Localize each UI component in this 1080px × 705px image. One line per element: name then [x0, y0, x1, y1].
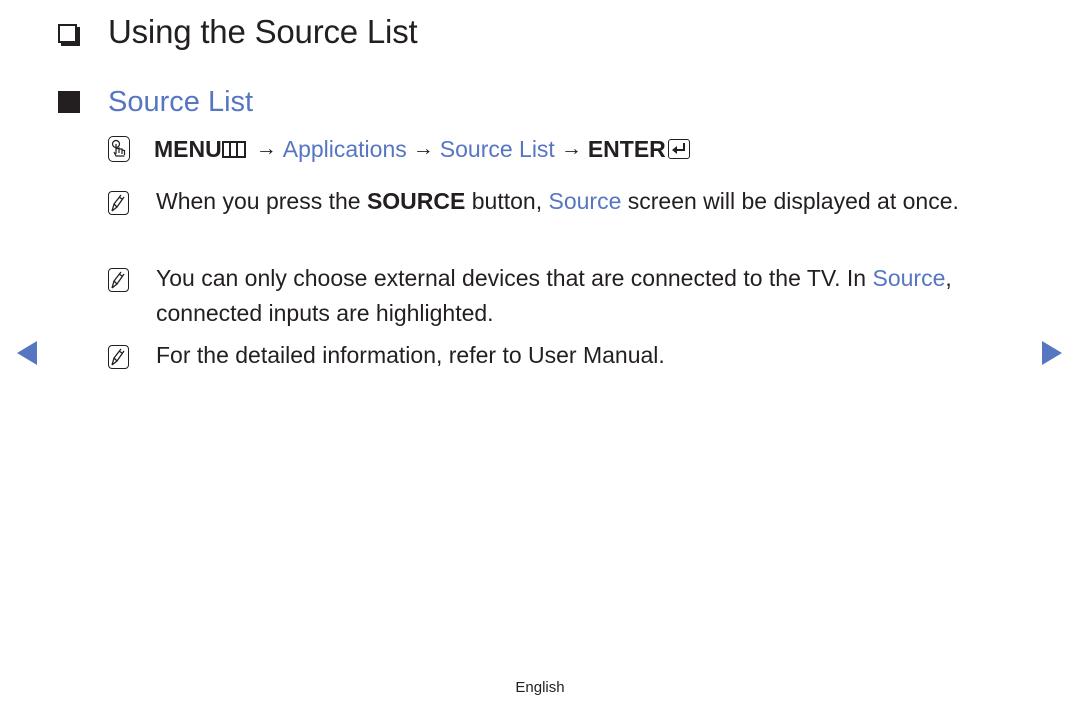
- section-title: Source List: [108, 85, 254, 118]
- enter-key-label: ENTER: [587, 135, 666, 162]
- note-item: You can only choose external devices tha…: [108, 261, 988, 331]
- note-item: When you press the SOURCE button, Source…: [108, 184, 988, 219]
- note-text: You can only choose external devices tha…: [156, 261, 956, 331]
- enter-icon: [667, 139, 690, 159]
- note-pencil-icon: [108, 268, 129, 292]
- footer-language: English: [515, 679, 565, 696]
- note-text: When you press the SOURCE button, Source…: [156, 184, 959, 219]
- source-link[interactable]: Source: [872, 265, 945, 291]
- note-text-segment: You can only choose external devices tha…: [156, 265, 873, 291]
- path-arrow: →: [412, 137, 434, 160]
- source-link[interactable]: Source: [548, 188, 621, 214]
- page-title-row: Using the Source List: [58, 10, 418, 54]
- menu-key-label: MENU: [154, 135, 222, 162]
- next-page-button[interactable]: [1042, 341, 1062, 365]
- menu-path: MENU → Applications → Source List → ENTE…: [108, 133, 690, 165]
- source-button-label: SOURCE: [366, 188, 466, 214]
- note-text: For the detailed information, refer to U…: [156, 342, 665, 368]
- path-applications[interactable]: Applications: [283, 136, 407, 163]
- note-text-segment: When you press the: [156, 188, 367, 214]
- checkbox-icon: [58, 23, 77, 43]
- section-heading-row: Source List: [58, 82, 253, 122]
- page-title: Using the Source List: [108, 13, 418, 50]
- previous-page-button[interactable]: [17, 341, 37, 365]
- note-item: For the detailed information, refer to U…: [108, 338, 988, 373]
- note-pencil-icon: [108, 345, 129, 369]
- note-pencil-icon: [108, 191, 129, 215]
- note-text-segment: button,: [465, 188, 549, 214]
- path-source-list[interactable]: Source List: [440, 136, 555, 163]
- filled-square-icon: [58, 91, 80, 113]
- note-text-segment: screen will be displayed at once.: [621, 188, 959, 214]
- touch-hand-icon: [108, 136, 130, 162]
- path-arrow: →: [560, 137, 582, 160]
- path-arrow: →: [255, 137, 277, 160]
- menu-icon: [221, 140, 246, 158]
